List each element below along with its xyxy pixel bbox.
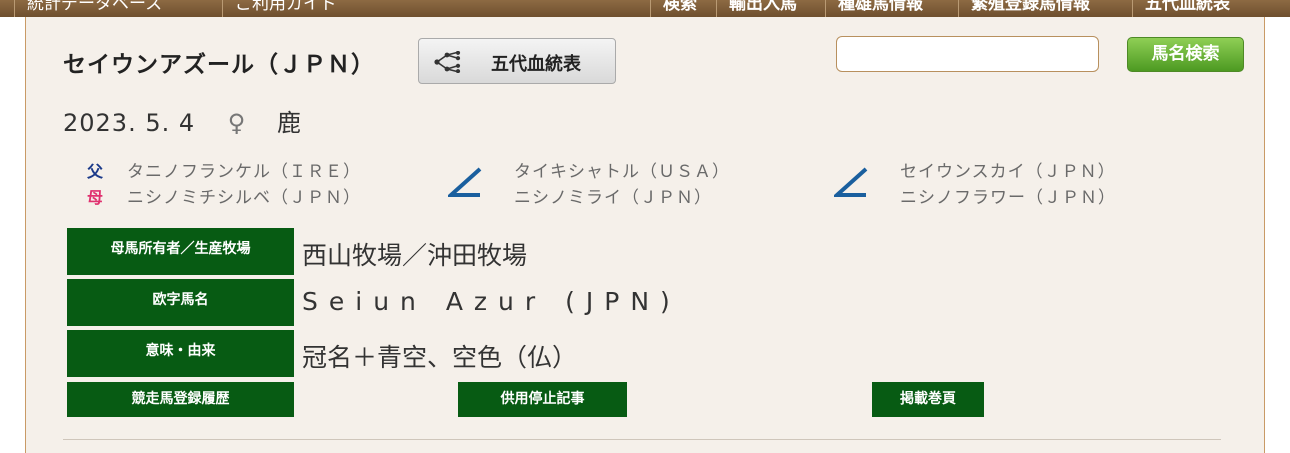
meaning-label: 意味・由来	[67, 330, 294, 377]
meaning-value: 冠名＋青空、空色（仏）	[302, 343, 578, 372]
roman-name-label: 欧字馬名	[67, 279, 294, 326]
horse-name-search-button[interactable]: 馬名検索	[1127, 37, 1244, 72]
retirement-article-button[interactable]: 供用停止記事	[458, 382, 627, 417]
registration-history-button[interactable]: 競走馬登録履歴	[67, 382, 294, 417]
nav-five-gen-pedigree[interactable]: 五代血統表	[1132, 0, 1230, 17]
sire-tag: 父	[87, 162, 104, 181]
sire-sire-name[interactable]: タイキシャトル（ＵＳＡ）	[514, 157, 730, 182]
dam-sire-name[interactable]: セイウンスカイ（ＪＰＮ）	[900, 157, 1116, 182]
coat-color: 鹿	[277, 109, 302, 137]
nav-broodmare-info[interactable]: 繁殖登録馬情報	[958, 0, 1090, 17]
horse-name-search-input[interactable]	[836, 36, 1099, 72]
top-navigation: 統計データベース ご利用ガイド 検索 輸出入馬 種雄馬情報 繁殖登録馬情報 五代…	[0, 0, 1290, 17]
nav-stallion-info[interactable]: 種雄馬情報	[825, 0, 923, 17]
horse-name: セイウンアズール（ＪＰＮ）	[63, 52, 375, 78]
dam-dam-name[interactable]: ニシノフラワー（ＪＰＮ）	[900, 183, 1116, 208]
dam-name[interactable]: ニシノミチシルベ（ＪＰＮ）	[127, 183, 361, 208]
birth-date: 2023. 5. 4	[63, 109, 196, 137]
owner-value: 西山牧場／沖田牧場	[302, 241, 528, 270]
dam-line-slash-icon	[834, 167, 868, 197]
dam-tag: 母	[87, 188, 104, 207]
birth-info: 2023. 5. 4 ♀ 鹿	[63, 103, 302, 138]
pedigree-tree-icon	[434, 51, 461, 73]
roman-name-value: Seiun Azur (JPN)	[302, 287, 681, 316]
nav-user-guide[interactable]: ご利用ガイド	[222, 0, 337, 17]
female-icon: ♀	[227, 109, 247, 137]
sire-line-slash-icon	[448, 167, 482, 197]
divider	[63, 439, 1221, 440]
nav-import-export[interactable]: 輸出入馬	[716, 0, 797, 17]
published-page-button[interactable]: 掲載巻頁	[872, 382, 984, 417]
pedigree-button-label: 五代血統表	[491, 54, 581, 75]
nav-search[interactable]: 検索	[650, 0, 697, 17]
nav-stats-database[interactable]: 統計データベース	[14, 0, 162, 17]
sire-dam-name[interactable]: ニシノミライ（ＪＰＮ）	[514, 183, 712, 208]
owner-label: 母馬所有者／生産牧場	[67, 228, 294, 275]
sire-name[interactable]: タニノフランケル（ＩＲＥ）	[127, 157, 361, 182]
pedigree-button[interactable]: 五代血統表	[418, 38, 616, 84]
